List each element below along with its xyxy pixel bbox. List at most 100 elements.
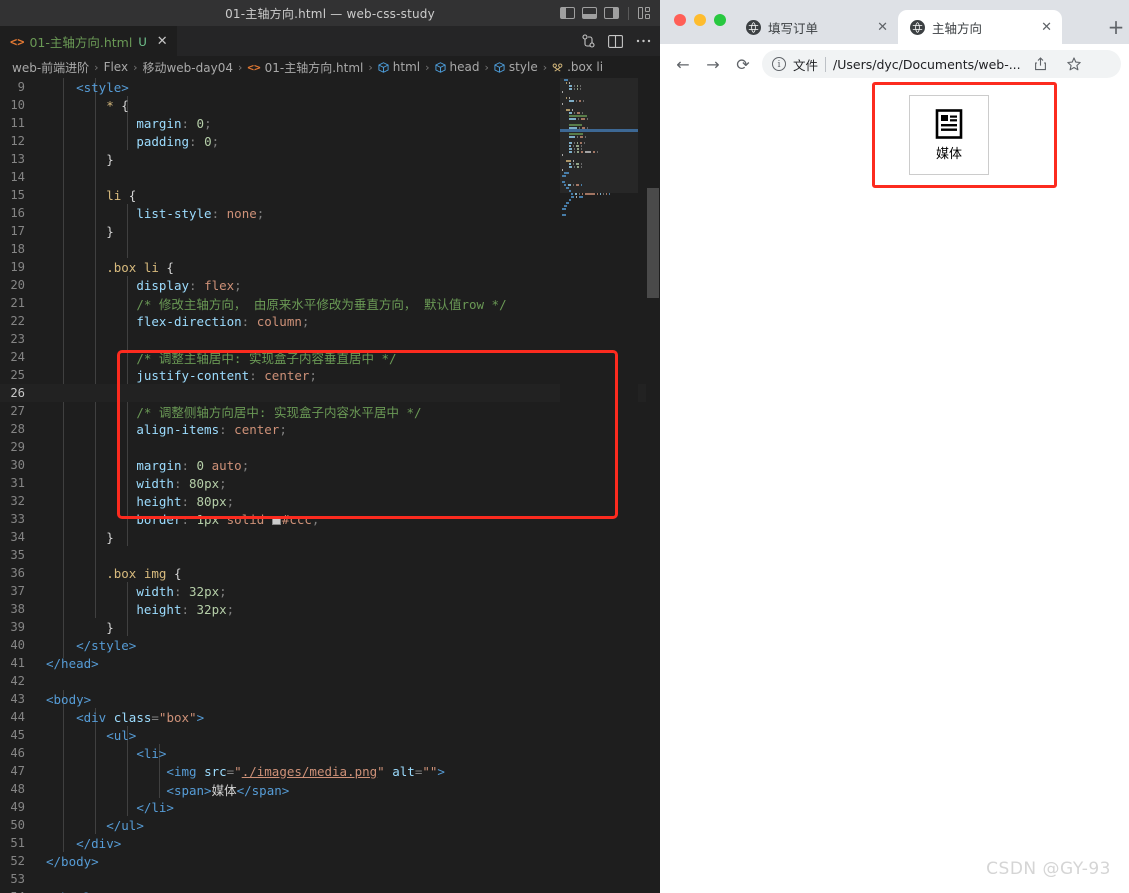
line-number: 52 <box>10 854 25 868</box>
screen-root: 01-主轴方向.html — web-css-study <> 01-主轴方向.… <box>0 0 1129 893</box>
code-token: : <box>181 601 197 617</box>
line-number: 18 <box>10 242 25 256</box>
line-number: 11 <box>10 116 25 130</box>
breadcrumb-item[interactable]: 移动web-day04 <box>142 59 233 76</box>
code-token: ; <box>256 205 265 221</box>
site-info-icon[interactable]: i <box>772 57 786 71</box>
browser-tab-inactive[interactable]: 填写订单 ✕ <box>734 10 898 44</box>
breadcrumb-item[interactable]: .box li <box>552 60 603 74</box>
code-token: } <box>46 619 114 635</box>
breadcrumb-separator: › <box>237 60 243 74</box>
code-token: display <box>136 277 189 293</box>
breadcrumb-item[interactable]: Flex <box>104 60 129 74</box>
reload-icon[interactable]: ⟳ <box>728 49 758 79</box>
code-token: 80px <box>189 475 220 491</box>
code-token: <span> <box>166 782 212 798</box>
code-token: 0 <box>196 457 205 473</box>
code-token: flex <box>204 277 235 293</box>
code-token: </style> <box>76 637 137 653</box>
close-icon[interactable]: ✕ <box>877 21 888 34</box>
code-token: /* 修改主轴方向， 由原来水平修改为垂直方向， 默认值row */ <box>136 296 507 312</box>
line-number: 39 <box>10 620 25 634</box>
editor-tab-bar: <> 01-主轴方向.html U ✕ <box>0 26 660 56</box>
code-text: </body> <box>44 854 99 869</box>
line-number: 42 <box>10 674 25 688</box>
code-token: .box li <box>106 259 159 275</box>
code-token: ; <box>219 583 227 599</box>
breadcrumb-item[interactable]: <> 01-主轴方向.html <box>247 59 363 76</box>
code-token: : <box>173 475 190 491</box>
close-icon[interactable]: ✕ <box>1041 21 1052 34</box>
vscode-window: 01-主轴方向.html — web-css-study <> 01-主轴方向.… <box>0 0 660 893</box>
source-control-graph-icon[interactable] <box>582 34 595 48</box>
forward-icon[interactable]: → <box>698 49 728 79</box>
minimize-window-button[interactable] <box>694 14 706 26</box>
toggle-panel-icon[interactable] <box>582 7 597 19</box>
customize-layout-icon[interactable] <box>638 7 652 19</box>
breadcrumb-item[interactable]: web-前端进阶 <box>12 59 89 76</box>
address-bar[interactable]: i 文件 /Users/dyc/Documents/web-... <box>762 50 1121 78</box>
line-number: 51 <box>10 836 25 850</box>
breadcrumb-item[interactable]: style <box>494 60 538 74</box>
editor-scrollbar[interactable] <box>646 78 660 893</box>
code-token: : <box>211 205 227 221</box>
maximize-window-button[interactable] <box>714 14 726 26</box>
line-number: 12 <box>10 134 25 148</box>
bookmark-star-icon[interactable] <box>1061 51 1087 77</box>
code-token: = <box>151 709 159 725</box>
more-actions-icon[interactable] <box>636 39 651 43</box>
code-token: ./images/media.png <box>241 763 378 779</box>
breadcrumb-item[interactable]: head <box>435 60 480 74</box>
split-editor-icon[interactable] <box>608 34 623 48</box>
code-token: class <box>113 709 152 725</box>
code-token: solid <box>226 511 265 527</box>
scrollbar-thumb[interactable] <box>647 188 659 298</box>
line-number: 26 <box>10 386 25 400</box>
share-icon[interactable] <box>1028 51 1054 77</box>
code-token: </li> <box>136 799 174 815</box>
code-token: none <box>226 205 257 221</box>
breadcrumb-item[interactable]: html <box>378 60 420 74</box>
code-text: </li> <box>44 800 174 815</box>
divider <box>825 56 827 72</box>
toggle-secondary-sidebar-icon[interactable] <box>604 7 619 19</box>
breadcrumb-separator: › <box>425 60 430 74</box>
close-window-button[interactable] <box>674 14 686 26</box>
back-icon[interactable]: ← <box>668 49 698 79</box>
new-tab-button[interactable]: + <box>1103 17 1129 37</box>
media-label: 媒体 <box>935 146 962 162</box>
code-text: <li> <box>44 746 166 761</box>
line-number: 14 <box>10 170 25 184</box>
code-text: margin: 0; <box>44 116 211 131</box>
code-token: ; <box>301 313 310 329</box>
code-token: height <box>136 493 182 509</box>
vscode-title-bar: 01-主轴方向.html — web-css-study <box>0 0 660 26</box>
url-text: /Users/dyc/Documents/web-... <box>833 56 1021 72</box>
editor-tab[interactable]: <> 01-主轴方向.html U ✕ <box>0 26 177 56</box>
breadcrumb-separator: › <box>133 60 138 74</box>
code-token: : <box>241 313 257 329</box>
code-token: /* 调整侧轴方向居中: 实现盒子内容水平居中 */ <box>136 404 422 420</box>
code-token: " <box>377 763 385 779</box>
code-token: : <box>189 133 205 149</box>
code-token: > <box>196 709 205 725</box>
code-token: src <box>204 763 227 779</box>
code-token: : <box>173 583 190 599</box>
close-icon[interactable]: ✕ <box>157 35 168 48</box>
breadcrumb-item-label: html <box>392 60 421 74</box>
editor-minimap[interactable] <box>560 78 638 893</box>
toggle-primary-sidebar-icon[interactable] <box>560 7 575 19</box>
browser-tab-active[interactable]: 主轴方向 ✕ <box>898 10 1062 44</box>
line-number: 27 <box>10 404 25 418</box>
line-number: 23 <box>10 332 25 346</box>
